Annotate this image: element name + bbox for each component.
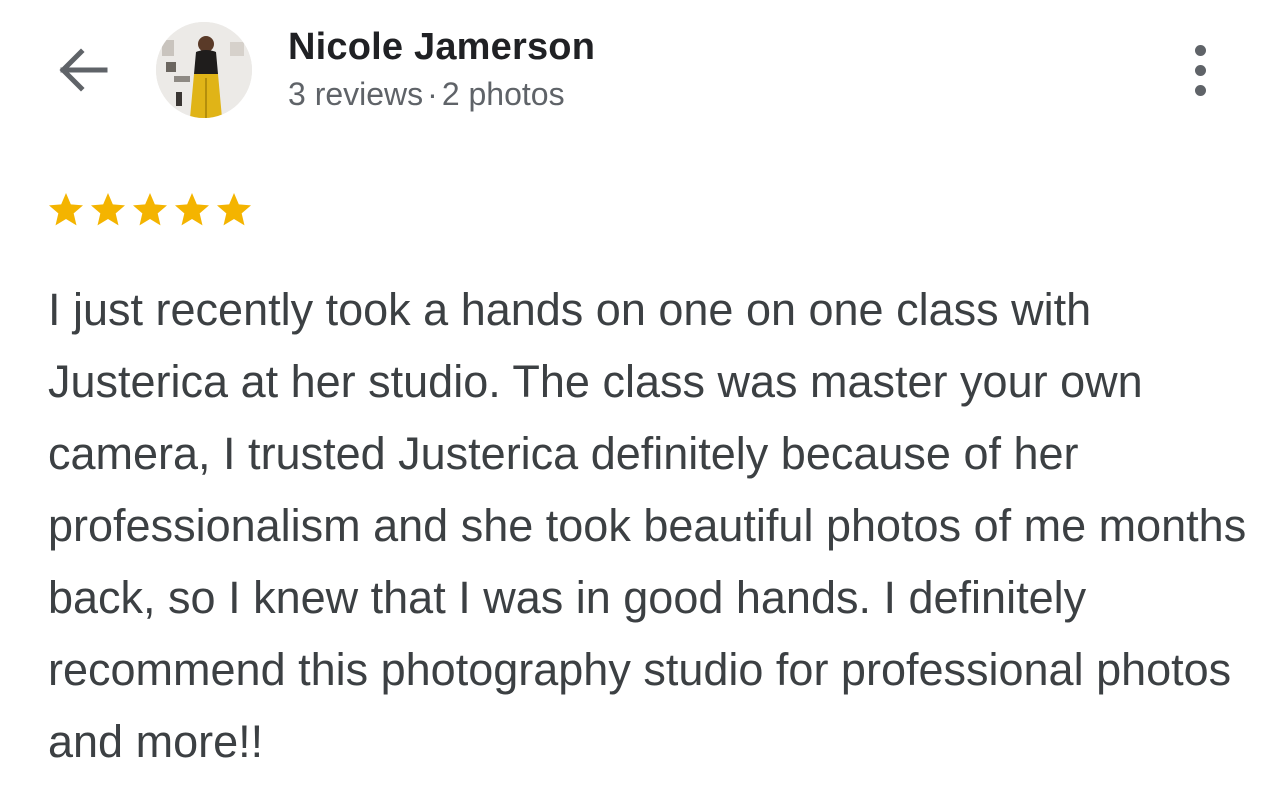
star-icon (214, 190, 254, 230)
review-text: I just recently took a hands on one on o… (48, 284, 1247, 767)
star-icon (172, 190, 212, 230)
star-icon (88, 190, 128, 230)
meta-separator: · (427, 76, 438, 112)
star-rating (46, 190, 254, 230)
more-vert-icon-dot (1194, 84, 1206, 96)
reviewer-meta: 3 reviews · 2 photos (288, 76, 565, 113)
more-options-button[interactable] (1178, 40, 1222, 100)
reviews-count: 3 reviews (288, 76, 424, 112)
avatar[interactable] (156, 22, 252, 118)
more-vert-icon-dot (1194, 64, 1206, 76)
reviewer-name[interactable]: Nicole Jamerson (288, 26, 595, 69)
back-button[interactable] (52, 44, 114, 100)
arrow-back-icon (57, 47, 109, 97)
more-vert-icon (1194, 44, 1206, 56)
star-icon (46, 190, 86, 230)
avatar-photo (156, 22, 252, 118)
photos-count: 2 photos (441, 76, 565, 112)
star-icon (130, 190, 170, 230)
